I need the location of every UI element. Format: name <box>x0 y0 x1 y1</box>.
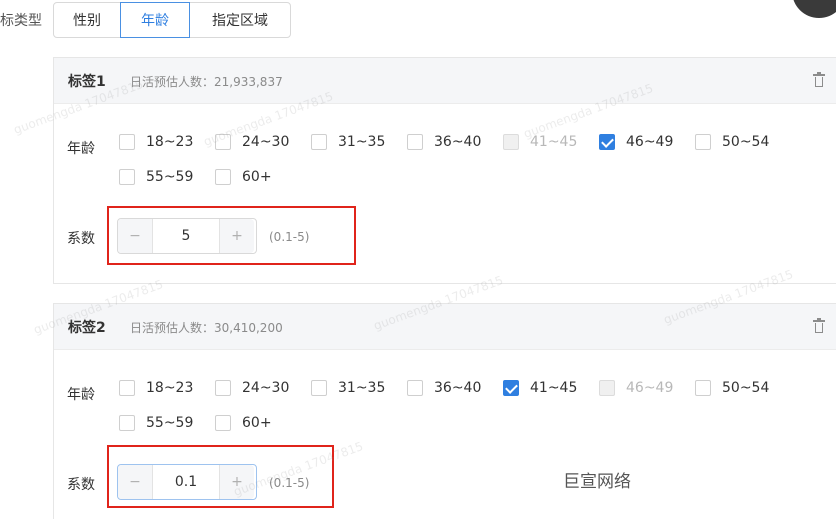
coefficient-label: 系数 <box>67 477 95 493</box>
tag-title: 标签1 <box>68 74 106 90</box>
age-option-label: 36~40 <box>434 380 482 396</box>
checkbox[interactable] <box>215 169 231 185</box>
age-option-24-30[interactable]: 24~30 <box>215 134 289 150</box>
checkbox[interactable] <box>695 380 711 396</box>
checkbox[interactable] <box>215 415 231 431</box>
highlight-box <box>107 206 356 265</box>
age-option-18-23[interactable]: 18~23 <box>119 380 193 396</box>
checkbox <box>503 134 519 150</box>
checkbox[interactable] <box>215 134 231 150</box>
age-option-label: 24~30 <box>242 380 290 396</box>
age-option-label: 24~30 <box>242 134 290 150</box>
tag-card-header: 标签1 日活预估人数：21,933,837 <box>54 58 836 104</box>
age-option-label: 46~49 <box>626 380 674 396</box>
age-label: 年龄 <box>67 387 95 403</box>
checkbox <box>599 380 615 396</box>
age-option-36-40[interactable]: 36~40 <box>407 380 481 396</box>
age-option-18-23[interactable]: 18~23 <box>119 134 193 150</box>
tab-age[interactable]: 年龄 <box>120 2 190 38</box>
age-option-46-49: 46~49 <box>599 380 673 396</box>
filter-type-label: 标类型 <box>0 13 42 29</box>
checkbox[interactable] <box>215 380 231 396</box>
checkbox[interactable] <box>311 380 327 396</box>
dau-estimate: 日活预估人数：21,933,837 <box>130 75 283 89</box>
corner-avatar <box>792 0 836 18</box>
age-label: 年龄 <box>67 141 95 157</box>
checkbox[interactable] <box>119 380 135 396</box>
age-option-label: 18~23 <box>146 380 194 396</box>
tag-title: 标签2 <box>68 320 106 336</box>
age-option-label: 46~49 <box>626 134 674 150</box>
age-option-24-30[interactable]: 24~30 <box>215 380 289 396</box>
age-option-label: 50~54 <box>722 380 770 396</box>
age-option-60[interactable]: 60+ <box>215 415 272 431</box>
checkbox[interactable] <box>407 134 423 150</box>
checkbox[interactable] <box>695 134 711 150</box>
trash-icon[interactable] <box>813 318 825 333</box>
tab-region[interactable]: 指定区域 <box>189 2 291 38</box>
age-option-36-40[interactable]: 36~40 <box>407 134 481 150</box>
age-option-label: 18~23 <box>146 134 194 150</box>
tag-card-header: 标签2 日活预估人数：30,410,200 <box>54 304 836 350</box>
checkbox[interactable] <box>407 380 423 396</box>
highlight-box <box>107 445 334 508</box>
age-option-label: 41~45 <box>530 380 578 396</box>
trash-icon[interactable] <box>813 72 825 87</box>
brand-watermark: 巨宣网络 <box>563 472 631 492</box>
age-option-label: 55~59 <box>146 169 194 185</box>
age-option-label: 50~54 <box>722 134 770 150</box>
age-option-60[interactable]: 60+ <box>215 169 272 185</box>
age-option-label: 55~59 <box>146 415 194 431</box>
tab-gender[interactable]: 性别 <box>53 2 121 38</box>
check-icon[interactable] <box>599 134 615 150</box>
checkbox[interactable] <box>119 415 135 431</box>
age-option-label: 36~40 <box>434 134 482 150</box>
age-option-50-54[interactable]: 50~54 <box>695 380 769 396</box>
check-icon[interactable] <box>503 380 519 396</box>
coefficient-label: 系数 <box>67 231 95 247</box>
age-option-label: 41~45 <box>530 134 578 150</box>
age-option-55-59[interactable]: 55~59 <box>119 169 193 185</box>
age-option-label: 60+ <box>242 169 272 185</box>
age-option-41-45[interactable]: 41~45 <box>503 380 577 396</box>
checkbox[interactable] <box>119 134 135 150</box>
age-option-label: 31~35 <box>338 380 386 396</box>
age-option-41-45: 41~45 <box>503 134 577 150</box>
checkbox[interactable] <box>311 134 327 150</box>
age-option-31-35[interactable]: 31~35 <box>311 380 385 396</box>
checkbox[interactable] <box>119 169 135 185</box>
age-option-31-35[interactable]: 31~35 <box>311 134 385 150</box>
dau-estimate: 日活预估人数：30,410,200 <box>130 321 283 335</box>
age-option-55-59[interactable]: 55~59 <box>119 415 193 431</box>
age-option-label: 31~35 <box>338 134 386 150</box>
age-option-50-54[interactable]: 50~54 <box>695 134 769 150</box>
age-option-label: 60+ <box>242 415 272 431</box>
age-option-46-49[interactable]: 46~49 <box>599 134 673 150</box>
